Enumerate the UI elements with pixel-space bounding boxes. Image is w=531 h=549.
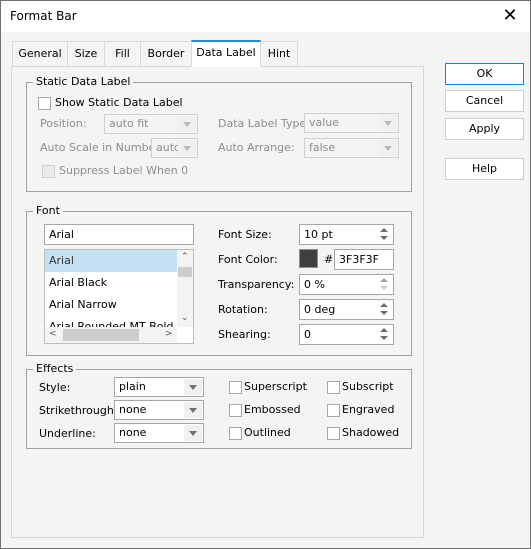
transparency-label: Transparency: <box>218 278 295 291</box>
scroll-up-icon[interactable]: ⌃ <box>181 252 189 262</box>
position-value: auto fit <box>109 117 149 130</box>
title-bar: Format Bar ✕ <box>1 1 530 32</box>
show-static-data-label-checkbox[interactable] <box>38 97 51 110</box>
tab-border[interactable]: Border <box>140 41 192 66</box>
help-button[interactable]: Help <box>445 158 524 180</box>
strikethrough-label: Strikethrough: <box>39 404 118 417</box>
auto-arrange-value: false <box>309 141 336 154</box>
font-color-hex-input[interactable]: 3F3F3F <box>334 249 394 270</box>
vertical-scroll-thumb[interactable] <box>178 267 192 277</box>
rotation-spinner[interactable]: 0 deg <box>299 299 394 320</box>
position-select[interactable]: auto fit <box>104 114 198 134</box>
auto-scale-select[interactable]: auto <box>151 138 198 158</box>
tab-hint[interactable]: Hint <box>260 41 298 66</box>
font-size-value: 10 pt <box>304 228 333 241</box>
strikethrough-select[interactable]: none <box>114 400 204 420</box>
superscript-label: Superscript <box>244 380 307 393</box>
data-label-type-select[interactable]: value <box>304 113 399 133</box>
scroll-left-icon[interactable]: < <box>49 329 57 339</box>
rotation-label: Rotation: <box>218 303 268 316</box>
close-icon[interactable]: ✕ <box>498 5 522 27</box>
static-data-label-group-label: Static Data Label <box>33 75 134 88</box>
chevron-down-icon <box>184 379 202 395</box>
style-label: Style: <box>39 381 71 394</box>
embossed-checkbox[interactable] <box>229 404 242 417</box>
scroll-right-icon[interactable]: > <box>165 329 173 339</box>
format-bar-dialog: Format Bar ✕ General Size Fill Border Da… <box>0 0 531 549</box>
outlined-checkbox[interactable] <box>229 427 242 440</box>
rotation-value: 0 deg <box>304 303 336 316</box>
subscript-checkbox[interactable] <box>327 381 340 394</box>
chevron-down-icon <box>178 116 196 132</box>
spinner-arrows-icon[interactable] <box>378 276 392 293</box>
cancel-button[interactable]: Cancel <box>445 90 524 112</box>
superscript-checkbox[interactable] <box>229 381 242 394</box>
font-name-value: Arial <box>49 228 74 241</box>
ok-button[interactable]: OK <box>445 63 524 85</box>
show-static-data-label-label: Show Static Data Label <box>55 96 183 109</box>
shearing-label: Shearing: <box>218 328 271 341</box>
apply-button[interactable]: Apply <box>445 118 524 140</box>
subscript-label: Subscript <box>342 380 394 393</box>
strikethrough-value: none <box>119 403 147 416</box>
embossed-label: Embossed <box>244 403 301 416</box>
font-list-item[interactable]: Arial Black <box>45 272 178 294</box>
horizontal-scrollbar[interactable]: < > <box>45 327 178 343</box>
underline-value: none <box>119 426 147 439</box>
dialog-title: Format Bar <box>10 9 77 23</box>
chevron-down-icon <box>379 140 397 156</box>
position-label: Position: <box>40 117 87 130</box>
shadowed-label: Shadowed <box>342 426 400 439</box>
style-select[interactable]: plain <box>114 377 204 397</box>
font-size-spinner[interactable]: 10 pt <box>299 224 394 245</box>
data-label-type-label: Data Label Type: <box>218 117 310 130</box>
auto-arrange-label: Auto Arrange: <box>218 141 295 154</box>
chevron-down-icon <box>178 140 196 156</box>
font-group-label: Font <box>33 204 63 217</box>
spinner-arrows-icon[interactable] <box>378 226 392 243</box>
font-color-swatch[interactable] <box>299 249 318 268</box>
shearing-value: 0 <box>304 328 311 341</box>
tab-size[interactable]: Size <box>67 41 105 66</box>
shadowed-checkbox[interactable] <box>327 427 340 440</box>
effects-group-label: Effects <box>33 362 77 375</box>
engraved-checkbox[interactable] <box>327 404 340 417</box>
outlined-label: Outlined <box>244 426 291 439</box>
chevron-down-icon <box>184 425 202 441</box>
data-label-type-value: value <box>309 116 340 129</box>
font-size-label: Font Size: <box>218 228 272 241</box>
chevron-down-icon <box>184 402 202 418</box>
font-name-input[interactable]: Arial <box>44 224 194 245</box>
spinner-arrows-icon[interactable] <box>378 326 392 343</box>
tab-data-label[interactable]: Data Label <box>191 40 261 67</box>
font-list-item[interactable]: Arial <box>45 250 178 272</box>
scroll-down-icon[interactable]: ⌄ <box>181 313 189 323</box>
horizontal-scroll-thumb[interactable] <box>63 329 139 341</box>
style-value: plain <box>119 380 146 393</box>
transparency-value: 0 % <box>304 278 325 291</box>
engraved-label: Engraved <box>342 403 395 416</box>
auto-arrange-select[interactable]: false <box>304 138 399 158</box>
scrollbar-corner <box>177 327 193 343</box>
suppress-label-label: Suppress Label When 0 <box>59 164 189 177</box>
shearing-spinner[interactable]: 0 <box>299 324 394 345</box>
font-list[interactable]: Arial Arial Black Arial Narrow Arial Rou… <box>44 249 194 344</box>
auto-scale-label: Auto Scale in Number: <box>40 141 164 154</box>
underline-select[interactable]: none <box>114 423 204 443</box>
font-list-item[interactable]: Arial Narrow <box>45 294 178 316</box>
suppress-label-checkbox[interactable] <box>42 165 55 178</box>
font-color-hash: # <box>324 253 334 266</box>
tab-fill[interactable]: Fill <box>104 41 141 66</box>
spinner-arrows-icon[interactable] <box>378 301 392 318</box>
vertical-scrollbar[interactable]: ⌃ ⌄ <box>177 250 193 328</box>
font-color-label: Font Color: <box>218 253 278 266</box>
font-color-value: 3F3F3F <box>339 253 379 266</box>
transparency-spinner[interactable]: 0 % <box>299 274 394 295</box>
underline-label: Underline: <box>39 427 96 440</box>
chevron-down-icon <box>379 115 397 131</box>
tab-general[interactable]: General <box>12 41 68 66</box>
